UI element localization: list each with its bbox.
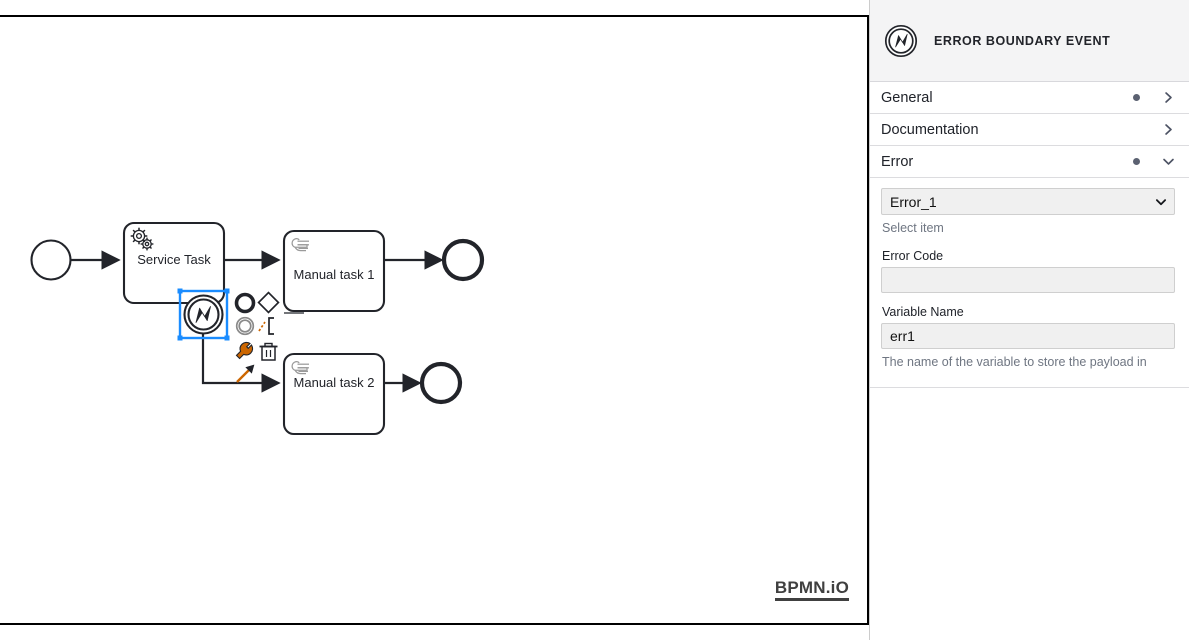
start-event[interactable] [30, 239, 72, 281]
variable-name-label: Variable Name [882, 304, 964, 319]
error-properties-section: Error_1 Select item Error Code Variable … [870, 178, 1189, 388]
panel-group-documentation[interactable]: Documentation [870, 114, 1189, 146]
bpmn-modeler-app: Service Task Manual task 1 Manual task 2… [0, 0, 1189, 640]
manual-task-2-label: Manual task 2 [294, 375, 375, 390]
properties-panel: ERROR BOUNDARY EVENT General Documentati… [869, 0, 1189, 640]
bpmn-diagram: Service Task Manual task 1 Manual task 2 [30, 221, 485, 436]
panel-group-general-label: General [881, 89, 933, 106]
bpmn-io-watermark[interactable]: BPMN.iO [774, 579, 849, 601]
context-pad-append-intermediate-event[interactable] [235, 316, 255, 336]
context-pad-append-end-event[interactable] [234, 292, 256, 314]
resize-handle-nw[interactable] [177, 288, 183, 294]
end-event-1[interactable] [441, 238, 485, 282]
error-select[interactable]: Error_1 [881, 188, 1175, 215]
service-task-label: Service Task [137, 252, 211, 267]
panel-group-error-label: Error [881, 153, 914, 170]
resize-handle-sw[interactable] [177, 335, 183, 341]
variable-name-input[interactable] [881, 322, 1175, 349]
context-pad-append-gateway[interactable] [257, 291, 280, 314]
variable-name-hint: The name of the variable to store the pa… [882, 354, 1147, 369]
panel-group-error[interactable]: Error [870, 146, 1189, 178]
properties-panel-header: ERROR BOUNDARY EVENT [870, 0, 1189, 82]
resize-handle-se[interactable] [224, 335, 230, 341]
manual-task-2[interactable]: Manual task 2 [282, 352, 386, 436]
properties-panel-title: ERROR BOUNDARY EVENT [934, 33, 1111, 48]
error-code-input[interactable] [881, 266, 1175, 293]
error-select-hint: Select item [882, 221, 944, 235]
manual-task-1-label: Manual task 1 [294, 267, 375, 282]
panel-group-documentation-dot [1133, 126, 1140, 133]
error-event-icon [884, 24, 918, 57]
bpmn-canvas[interactable]: Service Task Manual task 1 Manual task 2… [0, 15, 869, 625]
error-code-label: Error Code [882, 248, 944, 263]
chevron-right-icon[interactable] [1162, 123, 1175, 136]
manual-task-1[interactable]: Manual task 1 [282, 229, 386, 313]
context-pad-connect-arrow[interactable] [236, 364, 255, 383]
chevron-right-icon[interactable] [1162, 91, 1175, 104]
end-event-2[interactable] [419, 361, 463, 405]
resize-handle-ne[interactable] [224, 288, 230, 294]
panel-group-documentation-label: Documentation [881, 121, 979, 138]
panel-group-general-dot [1133, 94, 1140, 101]
error-select-wrap: Error_1 [881, 188, 1175, 215]
context-pad-append-text-annotation[interactable] [258, 317, 274, 335]
panel-group-general[interactable]: General [870, 82, 1189, 114]
context-pad-change-type-wrench[interactable] [235, 341, 254, 360]
panel-group-error-dot [1133, 158, 1140, 165]
chevron-down-icon[interactable] [1162, 155, 1175, 168]
context-pad-delete-trash[interactable] [259, 342, 278, 361]
